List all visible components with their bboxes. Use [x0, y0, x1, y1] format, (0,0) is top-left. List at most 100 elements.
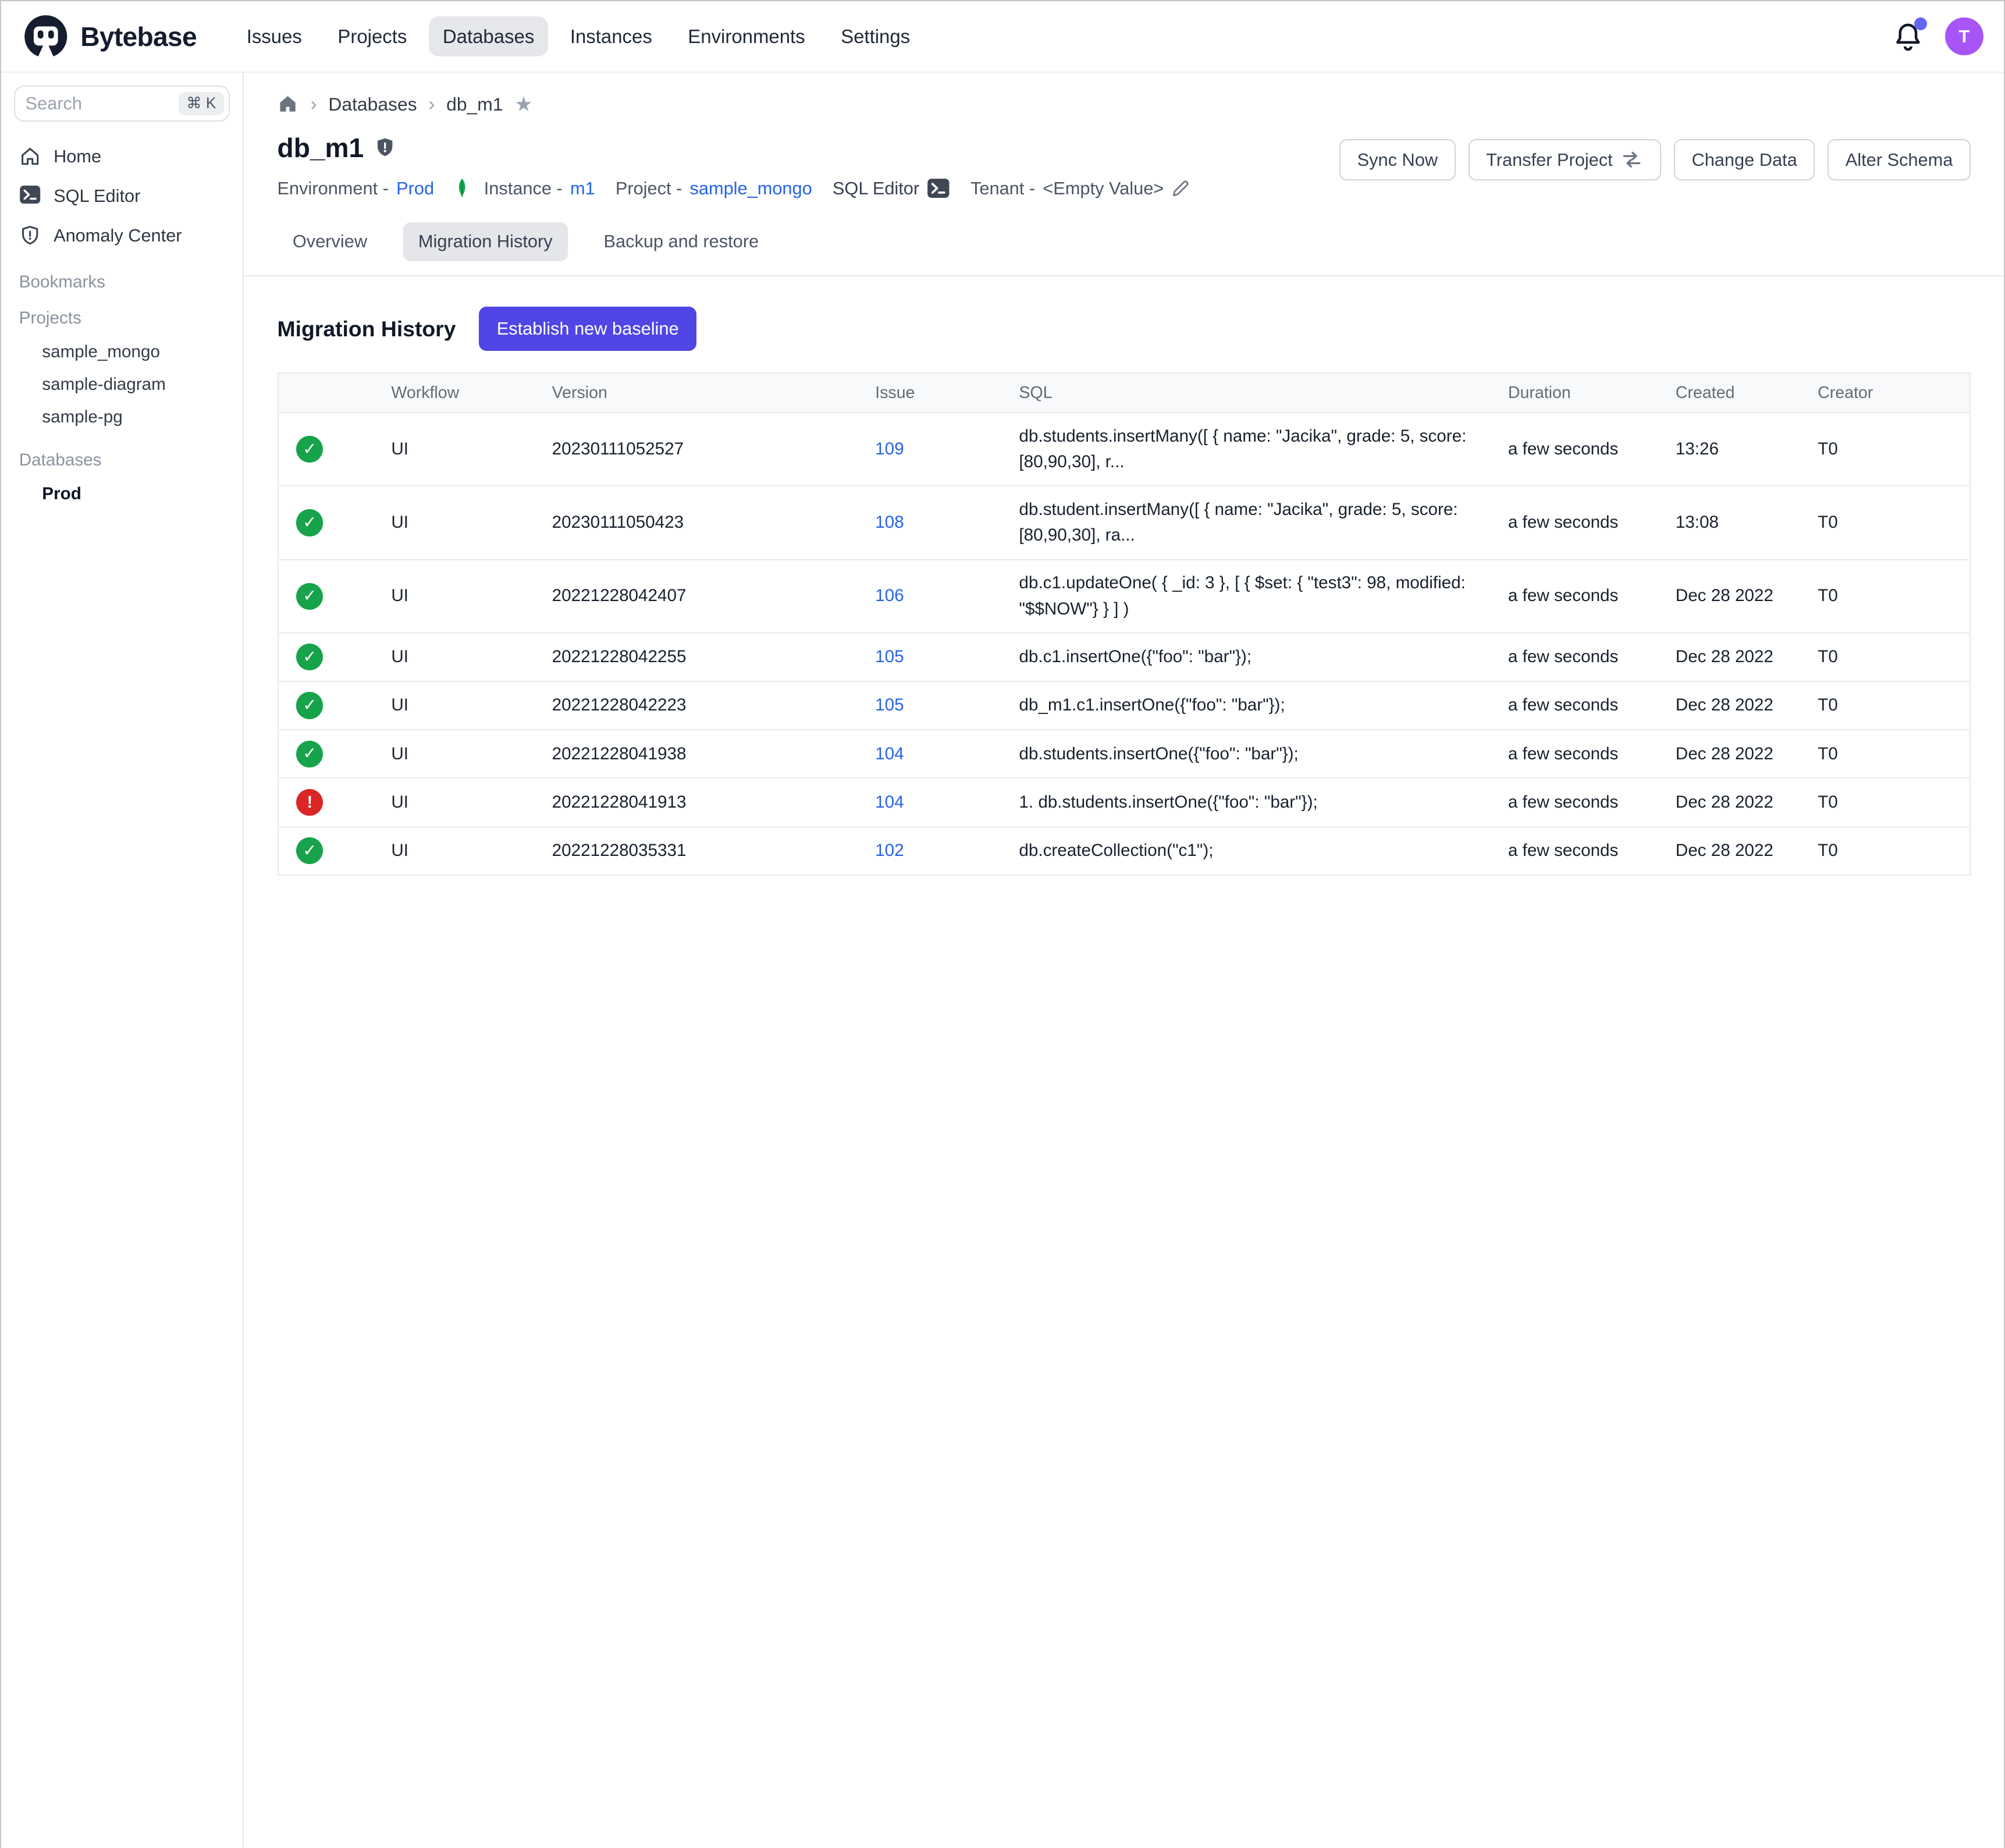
sidebar-item-prod[interactable]: Prod: [14, 478, 230, 510]
migration-history-table: WorkflowVersionIssueSQLDurationCreatedCr…: [278, 372, 1971, 876]
app-window: Bytebase IssuesProjectsDatabasesInstance…: [0, 0, 2005, 1848]
instance-link[interactable]: m1: [570, 178, 595, 199]
sidebar-item-label: Anomaly Center: [54, 225, 182, 246]
creator-cell: T0: [1818, 413, 1970, 486]
bookmark-star-icon[interactable]: ★: [514, 94, 533, 115]
sidebar-section-projects: Projects sample_mongosample-diagramsampl…: [14, 308, 230, 433]
issue-link[interactable]: 102: [875, 827, 1019, 875]
transfer-project-button[interactable]: Transfer Project: [1469, 139, 1661, 180]
success-status-icon: ✓: [296, 692, 323, 719]
workflow-cell: UI: [391, 560, 552, 633]
breadcrumb-separator: ›: [311, 93, 317, 115]
created-cell: Dec 28 2022: [1676, 681, 1818, 730]
sidebar-project-list: sample_mongosample-diagramsample-pg: [14, 336, 230, 433]
environment-link[interactable]: Prod: [396, 178, 434, 199]
breadcrumb-separator: ›: [428, 93, 435, 115]
search-box[interactable]: ⌘ K: [14, 86, 230, 122]
sidebar: ⌘ K Home SQL Editor: [1, 73, 244, 1848]
created-cell: Dec 28 2022: [1676, 560, 1818, 633]
breadcrumb-databases[interactable]: Databases: [328, 94, 417, 115]
success-status-icon: ✓: [296, 837, 323, 864]
breadcrumb-home-icon[interactable]: [278, 94, 299, 115]
environment-meta: Environment - Prod: [278, 178, 435, 199]
nav-item-instances[interactable]: Instances: [556, 16, 666, 56]
top-bar: Bytebase IssuesProjectsDatabasesInstance…: [1, 1, 2004, 73]
issue-link[interactable]: 105: [875, 633, 1019, 681]
nav-item-settings[interactable]: Settings: [827, 16, 924, 56]
column-header-workflow: Workflow: [391, 373, 552, 413]
sidebar-section-bookmarks: Bookmarks: [14, 272, 230, 292]
establish-baseline-button[interactable]: Establish new baseline: [479, 307, 696, 351]
issue-link[interactable]: 108: [875, 486, 1019, 559]
created-cell: 13:26: [1676, 413, 1818, 486]
notifications-button[interactable]: [1892, 20, 1925, 53]
issue-link[interactable]: 106: [875, 560, 1019, 633]
change-data-button[interactable]: Change Data: [1674, 139, 1815, 180]
search-shortcut-badge: ⌘ K: [179, 92, 224, 115]
version-cell: 20221228035331: [552, 827, 875, 875]
sidebar-item-anomaly-center[interactable]: Anomaly Center: [14, 216, 230, 255]
success-status-icon: ✓: [296, 436, 323, 463]
creator-cell: T0: [1818, 681, 1970, 730]
alter-schema-button[interactable]: Alter Schema: [1828, 139, 1971, 180]
bytebase-logo[interactable]: Bytebase: [22, 12, 197, 61]
tab-overview[interactable]: Overview: [278, 222, 383, 261]
issue-link[interactable]: 105: [875, 681, 1019, 730]
version-cell: 20221228041938: [552, 730, 875, 778]
creator-cell: T0: [1818, 560, 1970, 633]
sql-cell: db.c1.insertOne({"foo": "bar"});: [1019, 633, 1508, 681]
sidebar-item-home[interactable]: Home: [14, 137, 230, 176]
sql-cell: db.students.insertOne({"foo": "bar"});: [1019, 730, 1508, 778]
sidebar-section-databases: Databases Prod: [14, 450, 230, 510]
section-label: Projects: [14, 308, 230, 328]
duration-cell: a few seconds: [1508, 681, 1676, 730]
mongodb-leaf-icon: [454, 177, 476, 199]
table-row: ✓ UI 20221228042407 106 db.c1.updateOne(…: [278, 560, 1970, 633]
edit-pencil-icon[interactable]: [1171, 179, 1193, 198]
user-avatar[interactable]: T: [1945, 17, 1983, 56]
sidebar-item-sample-mongo[interactable]: sample_mongo: [14, 336, 230, 368]
tab-migration-history[interactable]: Migration History: [403, 222, 568, 261]
error-status-icon: !: [296, 789, 323, 816]
nav-item-databases[interactable]: Databases: [429, 16, 549, 56]
issue-link[interactable]: 104: [875, 730, 1019, 778]
sync-now-button[interactable]: Sync Now: [1339, 139, 1456, 180]
section-label: Databases: [14, 450, 230, 470]
breadcrumb-db-m1[interactable]: db_m1: [446, 94, 503, 115]
nav-item-issues[interactable]: Issues: [233, 16, 317, 56]
sidebar-item-sample-pg[interactable]: sample-pg: [14, 401, 230, 433]
creator-cell: T0: [1818, 633, 1970, 681]
sidebar-item-sample-diagram[interactable]: sample-diagram: [14, 368, 230, 401]
tenant-value: <Empty Value>: [1043, 178, 1164, 199]
issue-link[interactable]: 109: [875, 413, 1019, 486]
column-header-created: Created: [1676, 373, 1818, 413]
content: › Databases › db_m1 ★ db_m1 Sync Now Tra…: [244, 73, 2004, 1848]
version-cell: 20221228042223: [552, 681, 875, 730]
project-link[interactable]: sample_mongo: [689, 178, 812, 199]
sql-cell: db_m1.c1.insertOne({"foo": "bar"});: [1019, 681, 1508, 730]
version-cell: 20221228041913: [552, 778, 875, 826]
tab-backup-and-restore[interactable]: Backup and restore: [588, 222, 774, 261]
creator-cell: T0: [1818, 486, 1970, 559]
page-actions: Sync Now Transfer Project Change Data Al…: [1339, 139, 1971, 180]
table-row: ✓ UI 20221228042255 105 db.c1.insertOne(…: [278, 633, 1970, 681]
column-header-sql: SQL: [1019, 373, 1508, 413]
sql-editor-link[interactable]: SQL Editor: [833, 178, 950, 199]
table-row: ✓ UI 20230111050423 108 db.student.inser…: [278, 486, 1970, 559]
nav-item-projects[interactable]: Projects: [323, 16, 421, 56]
sidebar-main-items: Home SQL Editor Anomaly Center: [14, 137, 230, 255]
sidebar-item-sql-editor[interactable]: SQL Editor: [14, 176, 230, 216]
database-meta-row: Environment - Prod Instance - m1 Project…: [278, 177, 1971, 199]
created-cell: 13:08: [1676, 486, 1818, 559]
success-status-icon: ✓: [296, 583, 323, 610]
table-row: ! UI 20221228041913 104 1. db.students.i…: [278, 778, 1970, 826]
instance-meta: Instance - m1: [454, 177, 595, 199]
created-cell: Dec 28 2022: [1676, 778, 1818, 826]
issue-link[interactable]: 104: [875, 778, 1019, 826]
duration-cell: a few seconds: [1508, 778, 1676, 826]
sql-cell: db.student.insertMany([ { name: "Jacika"…: [1019, 486, 1508, 559]
migration-section-head: Migration History Establish new baseline: [278, 307, 1971, 351]
table-row: ✓ UI 20221228042223 105 db_m1.c1.insertO…: [278, 681, 1970, 730]
workflow-cell: UI: [391, 778, 552, 826]
nav-item-environments[interactable]: Environments: [674, 16, 819, 56]
